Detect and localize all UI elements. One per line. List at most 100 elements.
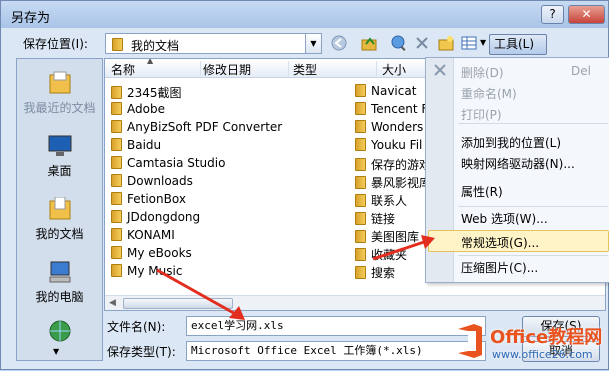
place-my-documents[interactable]: 我的文档 <box>17 197 102 242</box>
menu-item[interactable]: 重命名(M) <box>461 85 517 102</box>
views-dropdown-icon[interactable]: ▼ <box>480 38 486 47</box>
folder-icon <box>111 120 122 133</box>
menu-item[interactable]: 压缩图片(C)... <box>461 259 538 276</box>
location-combo[interactable]: 我的文档 ▼ <box>105 33 322 54</box>
menu-item[interactable]: Web 选项(W)... <box>461 210 548 227</box>
column-type[interactable]: 类型 <box>291 61 377 77</box>
list-item[interactable]: AnyBizSoft PDF Converter <box>111 120 331 138</box>
list-item[interactable]: Youku Fil <box>355 138 427 156</box>
column-size[interactable]: 大小 <box>380 61 430 77</box>
folder-icon <box>111 192 122 205</box>
list-item[interactable]: Adobe <box>111 102 331 120</box>
annotation-arrow-filename <box>156 268 245 320</box>
tools-menu-button[interactable]: 工具(L) ▼ <box>489 34 547 69</box>
list-item[interactable]: Camtasia Studio <box>111 156 331 174</box>
list-item-label: 暴风影视库 <box>371 176 427 190</box>
list-item-label: My eBooks <box>127 246 192 260</box>
menu-item[interactable]: 删除(D) <box>461 64 504 81</box>
chevron-down-icon[interactable]: ▼ <box>305 34 321 53</box>
list-item-label: 保存的游戏 <box>371 158 427 172</box>
search-web-icon[interactable] <box>390 34 408 52</box>
list-item[interactable]: 联系人 <box>355 192 427 210</box>
folder-icon <box>355 212 366 225</box>
watermark-brand: Office教程网 <box>490 327 603 348</box>
list-item[interactable]: Wonders <box>355 120 427 138</box>
place-recent[interactable]: 我最近的文档 <box>17 71 102 116</box>
window-title: 另存为 <box>11 11 51 26</box>
list-item[interactable]: 链接 <box>355 210 427 228</box>
folder-icon <box>355 158 366 171</box>
folder-icon <box>355 194 366 207</box>
list-item-label: 链接 <box>371 212 396 226</box>
folder-icon <box>355 248 366 261</box>
list-item-label: Baidu <box>127 138 162 152</box>
places-bar: 我最近的文档 桌面 我的文档 我的电脑 ▼ <box>16 58 103 361</box>
list-item-label: 2345截图 <box>127 86 182 100</box>
place-desktop[interactable]: 桌面 <box>17 134 102 179</box>
up-folder-icon[interactable] <box>360 34 378 52</box>
menu-item[interactable]: 映射网络驱动器(N)... <box>461 155 575 172</box>
list-item[interactable]: 保存的游戏 <box>355 156 427 174</box>
place-network[interactable] <box>17 319 102 347</box>
list-item[interactable]: 2345截图 <box>111 84 331 102</box>
list-item[interactable]: Baidu <box>111 138 331 156</box>
filetype-select[interactable]: Microsoft Office Excel 工作簿(*.xls) <box>186 341 486 361</box>
watermark-url: www.office26.com <box>492 348 593 361</box>
folder-icon <box>111 102 122 115</box>
list-item-label: Navicat <box>371 84 417 98</box>
list-item-label: KONAMI <box>127 228 175 242</box>
menu-item[interactable]: 添加到我的位置(L) <box>461 134 561 151</box>
close-button[interactable]: ✕ <box>568 5 605 24</box>
menu-item[interactable]: 常规选项(G)... <box>461 234 539 251</box>
list-item[interactable]: KONAMI <box>111 228 331 246</box>
delete-icon <box>434 64 446 76</box>
list-item-label: FetionBox <box>127 192 186 206</box>
new-folder-icon[interactable] <box>437 34 455 52</box>
folder-icon <box>111 138 122 151</box>
scroll-left-icon[interactable]: ◀ <box>109 298 116 308</box>
help-button[interactable]: ? <box>541 5 564 24</box>
folder-icon <box>111 86 122 99</box>
list-item[interactable]: Navicat <box>355 84 427 102</box>
my-computer-icon <box>49 261 70 283</box>
folder-icon <box>111 228 122 241</box>
place-my-computer[interactable]: 我的电脑 <box>17 260 102 305</box>
list-item[interactable]: My eBooks <box>111 246 331 264</box>
menu-separator <box>458 206 608 207</box>
folder-icon <box>355 266 366 279</box>
list-item-label: Wonders <box>371 120 424 134</box>
recent-docs-icon <box>49 71 70 94</box>
column-name[interactable]: 名称 <box>111 61 201 77</box>
desktop-icon <box>48 135 71 156</box>
location-label: 保存位置(I): <box>23 37 88 51</box>
filetype-label: 保存类型(T): <box>107 345 176 359</box>
list-item[interactable]: Downloads <box>111 174 331 192</box>
menu-item[interactable]: 打印(P) <box>461 106 502 123</box>
folder-icon <box>111 210 122 223</box>
list-item[interactable]: JDdongdong <box>111 210 331 228</box>
menu-separator <box>458 123 608 124</box>
network-icon <box>49 320 70 342</box>
tools-label: 工具(L) <box>494 37 535 51</box>
views-icon[interactable] <box>460 34 478 52</box>
folder-icon <box>355 120 366 133</box>
list-item[interactable]: 暴风影视库 <box>355 174 427 192</box>
folder-icon <box>111 174 122 187</box>
menu-separator <box>458 255 608 256</box>
list-item-label: AnyBizSoft PDF Converter <box>127 120 283 134</box>
list-item-label: Downloads <box>127 174 193 188</box>
sort-up-icon: ▲ <box>147 58 154 65</box>
folder-icon <box>355 102 366 115</box>
delete-icon[interactable] <box>413 34 431 52</box>
tools-dropdown-menu: 删除(D) Del 重命名(M) 打印(P) 添加到我的位置(L) 映射网络驱动器(N).… <box>425 57 609 283</box>
chevron-down-icon[interactable]: ▼ <box>53 347 59 356</box>
list-item[interactable]: Tencent F <box>355 102 427 120</box>
folder-icon <box>111 156 122 169</box>
back-icon[interactable] <box>330 34 348 52</box>
folder-icon <box>355 176 366 189</box>
column-modified[interactable]: 修改日期 <box>201 61 289 77</box>
menu-item[interactable]: 属性(R) <box>461 183 503 200</box>
list-item-label: Youku Fil <box>371 138 423 152</box>
list-item[interactable]: FetionBox <box>111 192 331 210</box>
save-as-dialog: 另存为 ? ✕ 保存位置(I): 我的文档 ▼ ▼ 工具(L) ▼ 我最近的文档… <box>0 0 609 370</box>
